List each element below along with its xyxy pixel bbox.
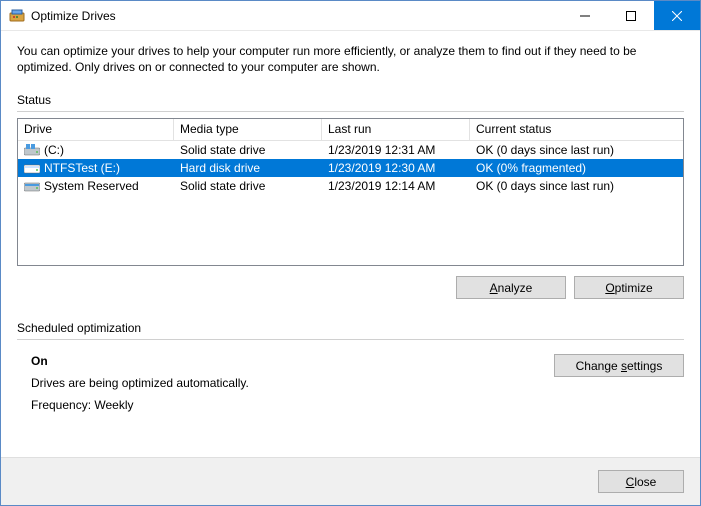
current-status-cell: OK (0 days since last run) xyxy=(470,179,683,193)
close-button[interactable]: Close xyxy=(598,470,684,493)
listview-header: Drive Media type Last run Current status xyxy=(18,119,683,141)
media-type-cell: Solid state drive xyxy=(174,179,322,193)
drive-name: (C:) xyxy=(44,143,64,157)
table-row[interactable]: (C:) Solid state drive1/23/2019 12:31 AMO… xyxy=(18,141,683,159)
current-status-cell: OK (0 days since last run) xyxy=(470,143,683,157)
drive-name: System Reserved xyxy=(44,179,139,193)
listview-body: (C:)Solid state drive1/23/2019 12:31 AMO… xyxy=(18,141,683,195)
minimize-button[interactable] xyxy=(562,1,608,30)
col-media[interactable]: Media type xyxy=(174,119,322,141)
media-type-cell: Solid state drive xyxy=(174,143,322,157)
status-label: Status xyxy=(17,93,684,107)
window-controls xyxy=(562,1,700,30)
drive-cell: (C:) xyxy=(18,143,174,157)
col-current-status[interactable]: Current status xyxy=(470,119,683,141)
scheduled-rule xyxy=(17,339,684,340)
intro-text: You can optimize your drives to help you… xyxy=(17,43,684,75)
scheduled-label: Scheduled optimization xyxy=(17,321,684,335)
close-window-button[interactable] xyxy=(654,1,700,30)
scheduled-frequency: Frequency: Weekly xyxy=(31,398,554,412)
media-type-cell: Hard disk drive xyxy=(174,161,322,175)
col-last-run[interactable]: Last run xyxy=(322,119,470,141)
table-row[interactable]: System Reserved Solid state drive1/23/201… xyxy=(18,177,683,195)
scheduled-desc: Drives are being optimized automatically… xyxy=(31,376,554,390)
table-row[interactable]: NTFSTest (E:) Hard disk drive1/23/2019 12… xyxy=(18,159,683,177)
change-settings-button[interactable]: Change settings xyxy=(554,354,684,377)
status-rule xyxy=(17,111,684,112)
hdd-icon xyxy=(24,180,40,192)
analyze-optimize-row: Analyze Optimize xyxy=(17,276,684,299)
hdd-icon xyxy=(24,162,40,174)
drive-name: NTFSTest (E:) xyxy=(44,161,120,175)
ssd-icon xyxy=(24,144,40,156)
current-status-cell: OK (0% fragmented) xyxy=(470,161,683,175)
drive-cell: System Reserved xyxy=(18,179,174,193)
app-icon xyxy=(9,8,25,24)
scheduled-state: On xyxy=(31,354,554,368)
scheduled-section: Scheduled optimization On Drives are bei… xyxy=(17,321,684,420)
optimize-button[interactable]: Optimize xyxy=(574,276,684,299)
last-run-cell: 1/23/2019 12:30 AM xyxy=(322,161,470,175)
col-drive[interactable]: Drive xyxy=(18,119,174,141)
drives-listview[interactable]: Drive Media type Last run Current status… xyxy=(17,118,684,266)
last-run-cell: 1/23/2019 12:14 AM xyxy=(322,179,470,193)
titlebar: Optimize Drives xyxy=(1,1,700,31)
dialog-content: You can optimize your drives to help you… xyxy=(1,31,700,434)
last-run-cell: 1/23/2019 12:31 AM xyxy=(322,143,470,157)
analyze-button[interactable]: Analyze xyxy=(456,276,566,299)
maximize-button[interactable] xyxy=(608,1,654,30)
drive-cell: NTFSTest (E:) xyxy=(18,161,174,175)
window-title: Optimize Drives xyxy=(31,9,562,23)
dialog-footer: Close xyxy=(1,457,700,505)
